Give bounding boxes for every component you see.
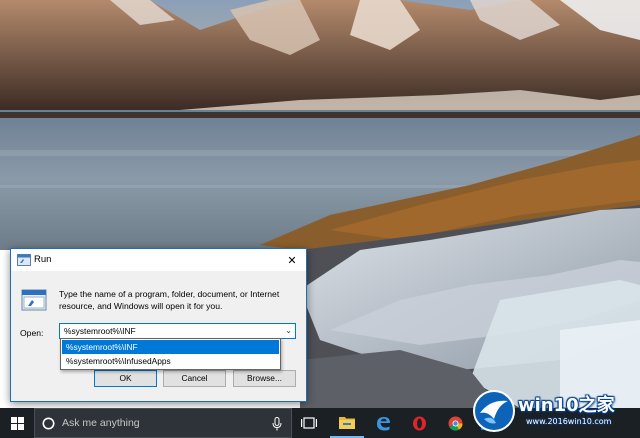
microphone-icon[interactable] [272, 417, 282, 431]
cancel-button[interactable]: Cancel [163, 370, 226, 387]
run-dialog: Run ✕ Type the name of a program, folder… [10, 248, 307, 402]
win10-logo-icon [473, 390, 515, 432]
close-icon: ✕ [287, 253, 297, 267]
watermark: win10之家 www.2016win10.com [470, 387, 638, 437]
task-view-icon [301, 417, 317, 429]
open-input[interactable]: %systemroot%\INF [64, 324, 136, 338]
opera-icon [412, 416, 426, 430]
search-placeholder: Ask me anything [62, 417, 140, 429]
browse-button[interactable]: Browse... [233, 370, 296, 387]
file-explorer-icon [339, 417, 355, 429]
opera-button[interactable] [402, 408, 436, 438]
run-titlebar[interactable]: Run ✕ [11, 249, 306, 271]
edge-button[interactable] [366, 408, 400, 438]
run-program-icon [21, 289, 47, 311]
windows-logo-icon [10, 416, 24, 430]
autocomplete-item-selected[interactable]: %systemroot%\INF [62, 340, 279, 354]
run-title: Run [34, 254, 52, 265]
autocomplete-list: %systemroot%\INF %systemroot%\InfusedApp… [60, 338, 281, 370]
cortana-icon [42, 417, 55, 430]
start-button[interactable] [0, 408, 34, 438]
ok-button[interactable]: OK [94, 370, 157, 387]
run-description: Type the name of a program, folder, docu… [59, 289, 280, 311]
watermark-url: www.2016win10.com [526, 417, 612, 426]
edge-icon [376, 416, 390, 430]
run-app-icon [17, 254, 31, 266]
open-label: Open: [20, 328, 44, 338]
task-view-button[interactable] [292, 408, 326, 438]
watermark-brand: win10之家 [518, 395, 615, 416]
chrome-button[interactable] [438, 408, 472, 438]
chevron-down-icon[interactable]: ⌄ [285, 324, 292, 338]
open-combobox[interactable]: %systemroot%\INF ⌄ [59, 323, 296, 339]
search-box[interactable]: Ask me anything [34, 408, 292, 438]
autocomplete-item[interactable]: %systemroot%\InfusedApps [62, 354, 279, 368]
close-button[interactable]: ✕ [278, 249, 306, 271]
chrome-icon [448, 416, 463, 431]
file-explorer-button[interactable] [330, 408, 364, 438]
